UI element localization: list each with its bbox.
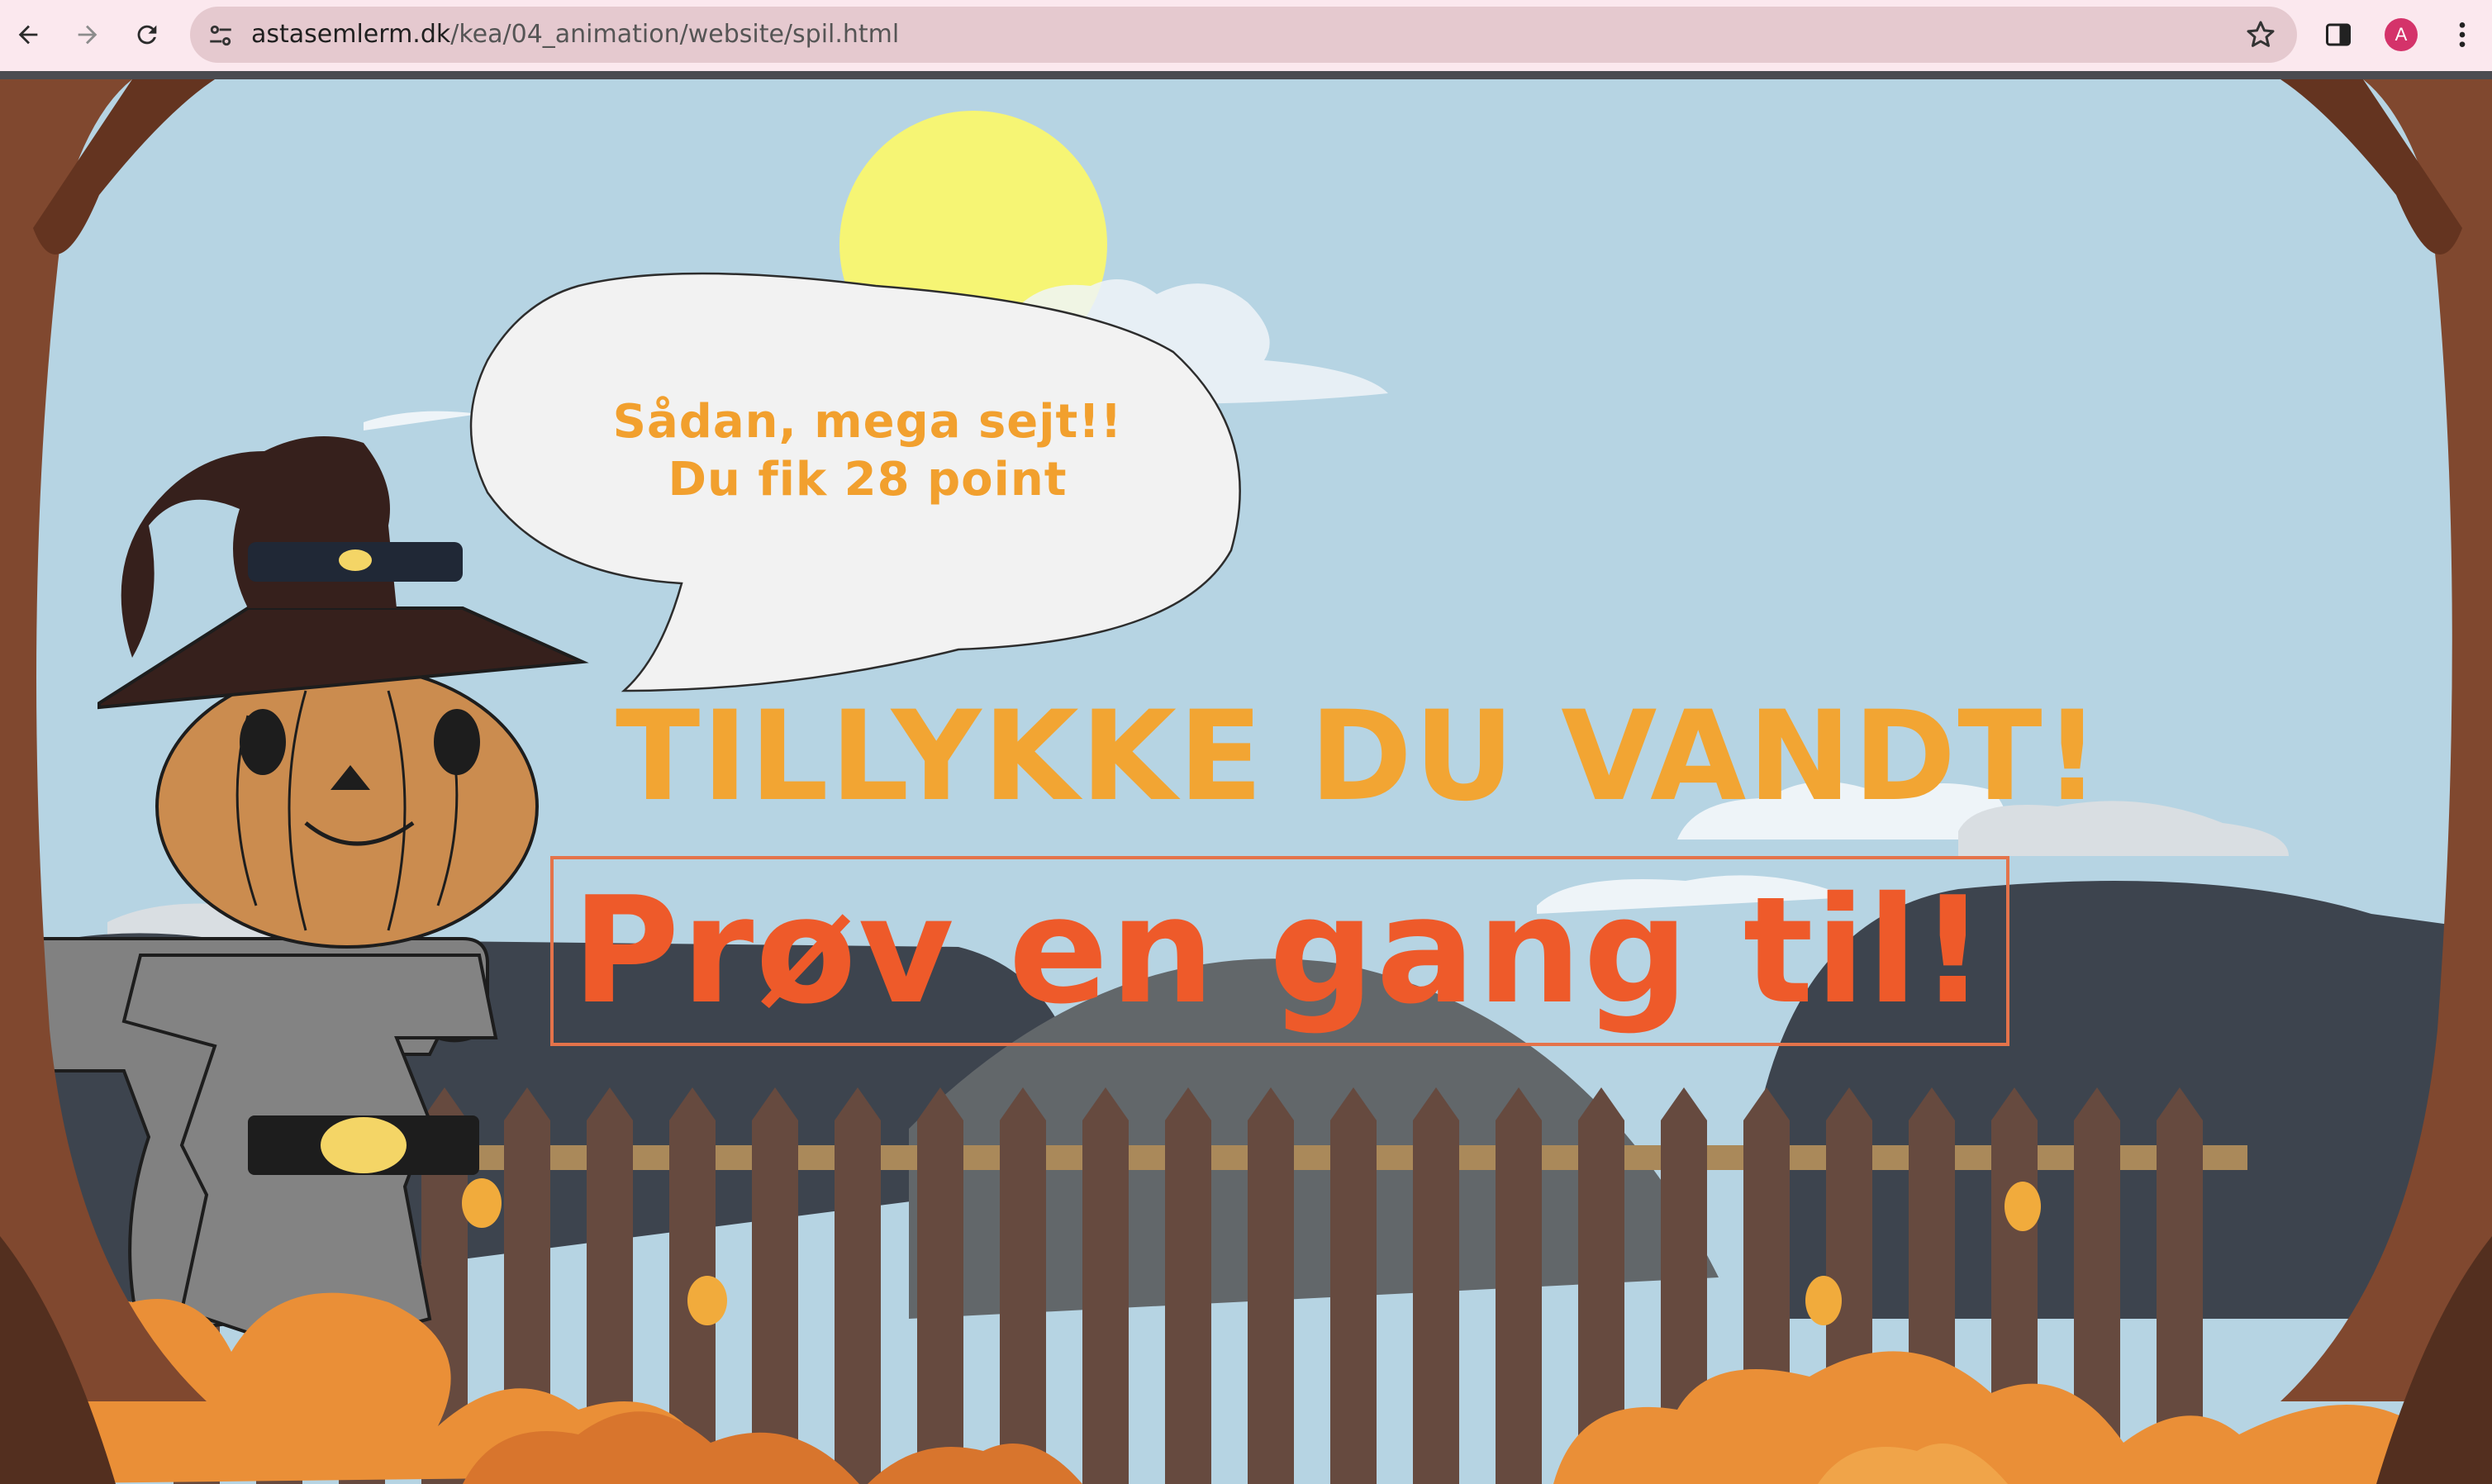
reload-button[interactable] [124, 12, 170, 58]
forward-button[interactable] [64, 12, 111, 58]
reload-icon [137, 25, 157, 45]
retry-button[interactable]: Prøv en gang til! [550, 856, 2009, 1046]
toolbar-divider [0, 71, 2492, 79]
url-text[interactable]: astasemlerm.dk/kea/04_animation/website/… [251, 7, 899, 63]
back-button[interactable] [5, 12, 51, 58]
speech-line-1: Sådan, mega sejt!! [612, 395, 1123, 449]
game-stage: Sådan, mega sejt!! Du fik 28 point TILLY… [0, 79, 2492, 1484]
site-info-icon[interactable] [207, 21, 235, 50]
retry-label: Prøv en gang til! [572, 865, 1988, 1036]
profile-avatar[interactable]: A [2385, 18, 2418, 51]
bookmark-star-icon[interactable] [2244, 18, 2277, 51]
speech-bubble-text: Sådan, mega sejt!! Du fik 28 point [512, 393, 1223, 509]
win-title: TILLYKKE DU VANDT! [616, 685, 2103, 829]
url-host: astasemlerm.dk [251, 20, 451, 49]
profile-initial: A [2395, 24, 2408, 45]
speech-line-2: Du fik 28 point [668, 453, 1068, 507]
side-panel-icon[interactable] [2323, 20, 2353, 50]
menu-icon[interactable] [2446, 18, 2479, 51]
address-bar[interactable]: astasemlerm.dk/kea/04_animation/website/… [190, 7, 2297, 63]
url-path: /kea/04_animation/website/spil.html [450, 20, 900, 49]
browser-toolbar: astasemlerm.dk/kea/04_animation/website/… [0, 0, 2492, 71]
back-icon [18, 25, 38, 45]
forward-icon [78, 25, 97, 45]
